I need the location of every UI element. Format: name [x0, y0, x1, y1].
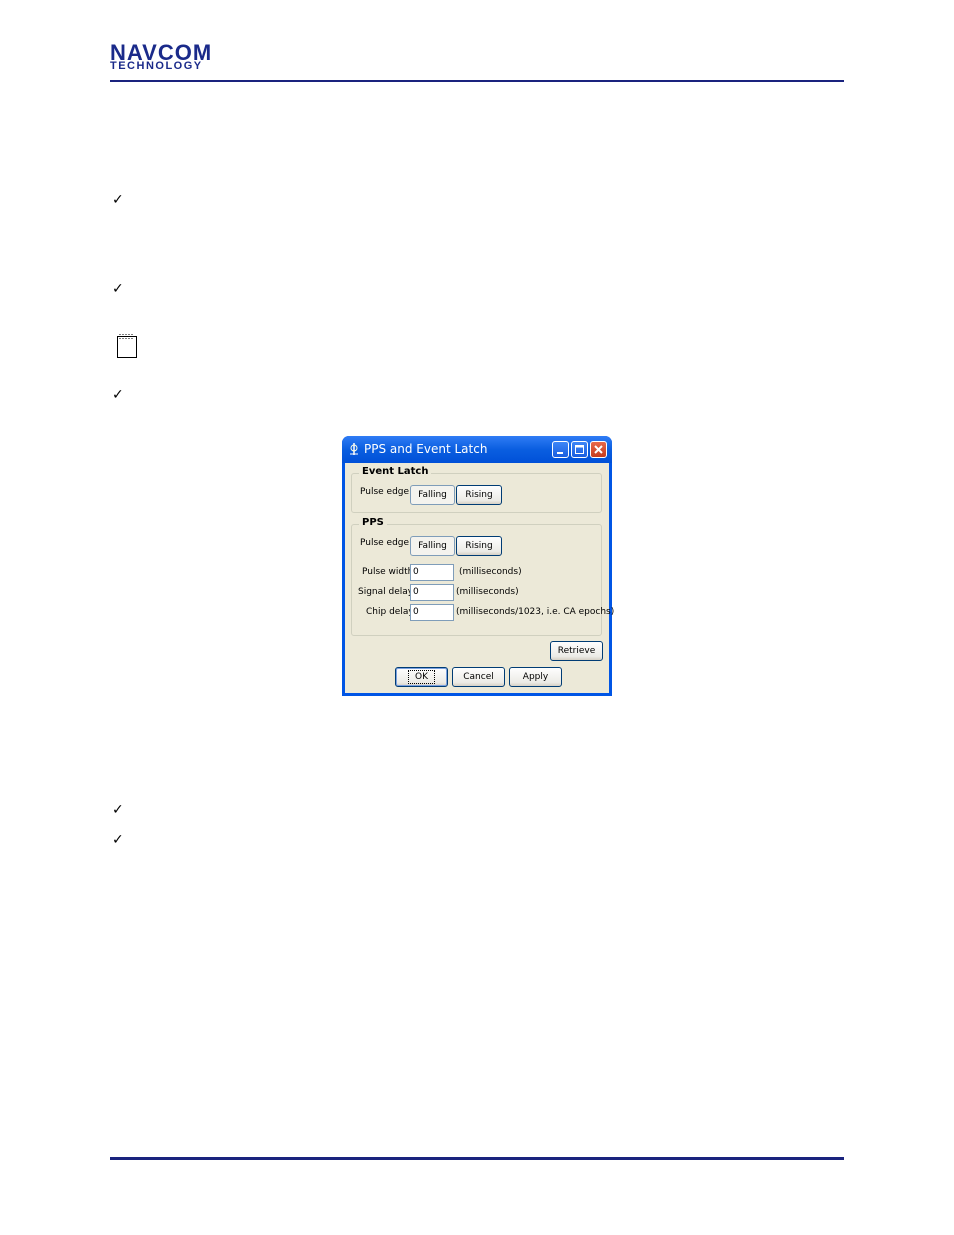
pulse-width-label: Pulse width [362, 567, 414, 577]
dialog-title: PPS and Event Latch [364, 442, 488, 456]
event-latch-title: Event Latch [359, 466, 432, 477]
bullet-check-icon: ✓ [112, 832, 124, 848]
event-latch-falling-button[interactable]: Falling [410, 485, 455, 505]
bullet-check-icon: ✓ [112, 802, 124, 818]
pps-group: PPS Pulse edge: Falling Rising Pulse wid… [351, 517, 614, 636]
retrieve-label: Retrieve [557, 646, 596, 656]
pulse-width-input[interactable]: 0 [410, 564, 454, 581]
event-latch-pulse-edge-label: Pulse edge: [360, 487, 413, 497]
minimize-icon [557, 452, 563, 454]
header-rule [110, 80, 844, 82]
cancel-label: Cancel [463, 672, 494, 682]
minimize-button[interactable] [552, 441, 569, 458]
bullet-check-icon: ✓ [112, 387, 124, 403]
apply-label: Apply [522, 672, 549, 682]
pps-event-latch-dialog: PPS and Event Latch Event Latch Pulse ed… [342, 436, 614, 696]
chip-delay-input[interactable]: 0 [410, 604, 454, 621]
pps-falling-label: Falling [418, 541, 447, 551]
signal-delay-unit: (milliseconds) [456, 587, 519, 597]
event-latch-rising-button[interactable]: Rising [456, 485, 502, 505]
cancel-button[interactable]: Cancel [452, 667, 505, 687]
apply-button[interactable]: Apply [509, 667, 562, 687]
logo-line2: TECHNOLOGY [110, 60, 203, 72]
maximize-button[interactable] [571, 441, 588, 458]
footer-rule [110, 1157, 844, 1160]
pps-rising-button[interactable]: Rising [456, 536, 502, 556]
navcom-logo: NAVCOM TECHNOLOGY [110, 42, 212, 72]
maximize-icon [575, 445, 584, 454]
chip-delay-unit: (milliseconds/1023, i.e. CA epochs) [456, 607, 615, 617]
pps-falling-button[interactable]: Falling [410, 536, 455, 556]
event-latch-group: Event Latch Pulse edge: Falling Rising [351, 466, 602, 513]
close-icon [594, 445, 603, 454]
signal-delay-label: Signal delay: [358, 587, 416, 597]
pps-rising-label: Rising [465, 541, 493, 551]
app-icon [348, 442, 360, 456]
ok-label: OK [408, 670, 435, 684]
event-latch-falling-label: Falling [418, 490, 447, 500]
dialog-titlebar[interactable]: PPS and Event Latch [342, 436, 612, 463]
close-button[interactable] [590, 441, 607, 458]
event-latch-rising-label: Rising [465, 490, 493, 500]
pulse-width-unit: (milliseconds) [459, 567, 522, 577]
retrieve-button[interactable]: Retrieve [550, 641, 603, 661]
dialog-body: Event Latch Pulse edge: Falling Rising P… [345, 463, 614, 693]
signal-delay-input[interactable]: 0 [410, 584, 454, 601]
ok-button[interactable]: OK [395, 667, 448, 687]
pps-pulse-edge-label: Pulse edge: [360, 538, 413, 548]
bullet-check-icon: ✓ [112, 192, 124, 208]
notepad-icon [116, 333, 138, 364]
chip-delay-label: Chip delay: [366, 607, 417, 617]
bullet-check-icon: ✓ [112, 281, 124, 297]
pps-title: PPS [359, 517, 387, 528]
